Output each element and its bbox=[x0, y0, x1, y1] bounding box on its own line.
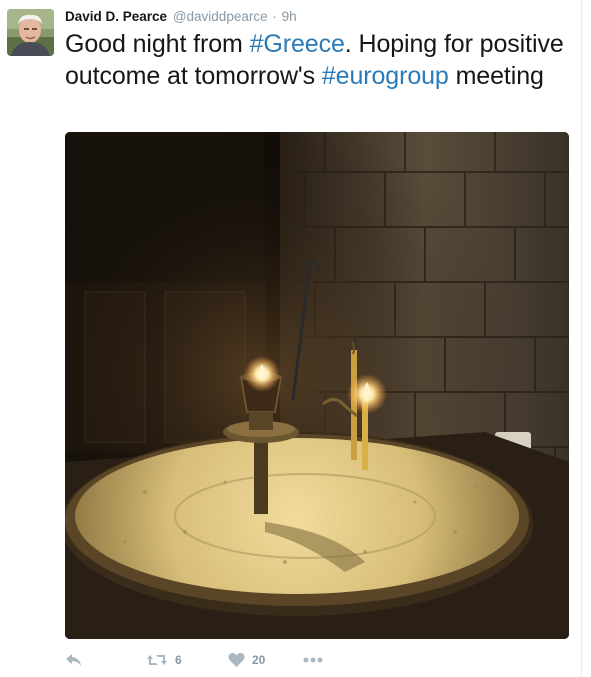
tweet-header: David D. Pearce @daviddpearce · 9h bbox=[65, 9, 297, 27]
heart-icon bbox=[228, 652, 245, 668]
author-avatar[interactable] bbox=[7, 9, 54, 56]
more-button[interactable] bbox=[303, 648, 323, 672]
tweet-actions: 6 20 bbox=[65, 648, 385, 672]
tweet-text: Good night from #Greece. Hoping for posi… bbox=[65, 28, 565, 92]
retweet-button[interactable]: 6 bbox=[146, 648, 182, 672]
reply-icon bbox=[65, 652, 83, 668]
tweet-text-part: Good night from bbox=[65, 30, 250, 58]
like-count: 20 bbox=[252, 653, 266, 667]
tweet: David D. Pearce @daviddpearce · 9h Good … bbox=[0, 0, 581, 677]
author-handle[interactable]: @daviddpearce bbox=[173, 9, 268, 24]
hashtag-eurogroup-link[interactable]: #eurogroup bbox=[322, 62, 449, 90]
like-button[interactable]: 20 bbox=[228, 648, 265, 672]
column-divider bbox=[581, 0, 582, 677]
tweet-timestamp[interactable]: 9h bbox=[282, 9, 297, 24]
tweet-text-part: meeting bbox=[448, 62, 544, 90]
retweet-count: 6 bbox=[175, 653, 182, 667]
header-separator: · bbox=[272, 9, 277, 24]
retweet-icon bbox=[146, 652, 168, 668]
more-icon bbox=[303, 657, 323, 663]
author-name[interactable]: David D. Pearce bbox=[65, 9, 167, 24]
reply-button[interactable] bbox=[65, 648, 83, 672]
hashtag-greece-link[interactable]: #Greece bbox=[250, 30, 345, 58]
tweet-photo[interactable] bbox=[65, 132, 569, 639]
